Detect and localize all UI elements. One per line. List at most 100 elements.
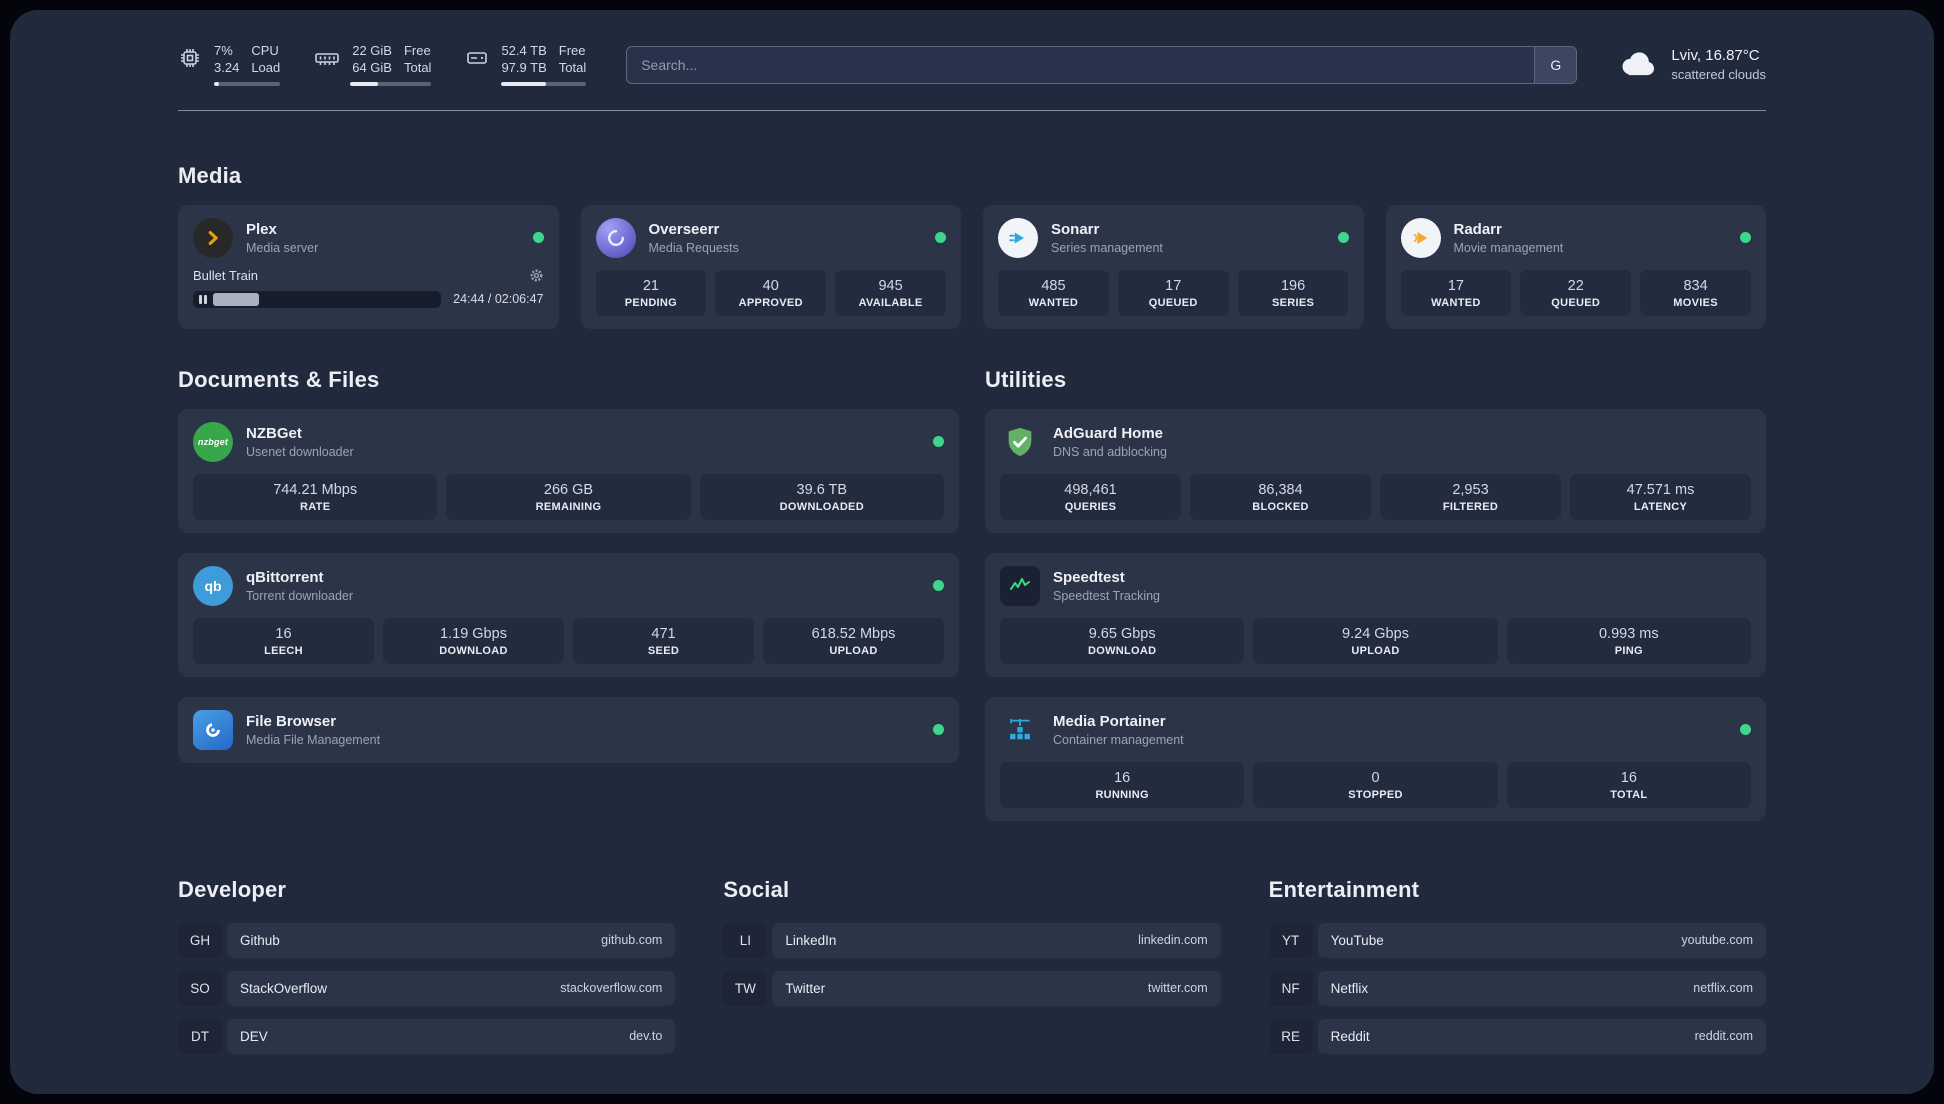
- stat-label: QUERIES: [1064, 500, 1117, 513]
- search-provider-button[interactable]: G: [1534, 46, 1577, 83]
- stat-remaining: 266 GB REMAINING: [446, 473, 691, 520]
- nzbget-icon: nzbget: [193, 421, 233, 462]
- stat-value: 17: [1447, 277, 1464, 294]
- stat-value: 47.571 ms: [1626, 481, 1695, 498]
- search-input[interactable]: [627, 46, 1535, 83]
- search-bar[interactable]: G: [626, 45, 1578, 84]
- section-title-developer: Developer: [178, 876, 287, 902]
- filebrowser-icon: [193, 709, 233, 750]
- stat-label: PENDING: [624, 296, 678, 309]
- stat-label: FILTERED: [1442, 500, 1499, 513]
- stat-movies: 834 MOVIES: [1640, 269, 1751, 316]
- app-card-plex[interactable]: Plex Media server Bullet Train 24:44 / 0…: [178, 204, 559, 329]
- app-card-radarr[interactable]: Radarr Movie management 17 WANTED 22 QUE…: [1385, 204, 1766, 329]
- bookmark-url: twitter.com: [1147, 981, 1208, 996]
- stat-running: 16 RUNNING: [1000, 761, 1245, 808]
- stat-label: PING: [1614, 644, 1643, 657]
- section-title-social: Social: [723, 876, 790, 902]
- bookmark-stackoverflow[interactable]: SO StackOverflow stackoverflow.com: [178, 970, 676, 1006]
- stat-value: 40: [762, 277, 779, 294]
- app-name: qBittorrent: [246, 568, 324, 586]
- app-card-qbittorrent[interactable]: qb qBittorrent Torrent downloader 16 LEE…: [178, 552, 959, 677]
- stat-queries: 498,461 QUERIES: [1000, 473, 1181, 520]
- stat-value: 39.6 TB: [796, 481, 848, 498]
- bookmark-url: netflix.com: [1693, 981, 1753, 996]
- stat-download: 1.19 Gbps DOWNLOAD: [383, 617, 564, 664]
- playback-progress-bar[interactable]: [193, 290, 442, 308]
- stat-value: 618.52 Mbps: [811, 625, 896, 642]
- radarr-icon: [1400, 217, 1441, 258]
- stat-value: 21: [642, 277, 659, 294]
- stat-value: 498,461: [1064, 481, 1117, 498]
- app-desc: Series management: [1051, 240, 1163, 255]
- stat-ping: 0.993 ms PING: [1506, 617, 1751, 664]
- bookmark-dev[interactable]: DT DEV dev.to: [178, 1018, 676, 1054]
- bookmark-name: YouTube: [1330, 932, 1384, 948]
- header-divider: [178, 109, 1766, 111]
- bookmark-group-developer: Developer GH Github github.com SO StackO…: [178, 876, 676, 1054]
- speedtest-icon: [1000, 565, 1040, 606]
- memory-usage-bar: [350, 81, 432, 86]
- stat-label: STOPPED: [1348, 788, 1403, 801]
- stat-rate: 744.21 Mbps RATE: [193, 473, 438, 520]
- media-grid: Plex Media server Bullet Train 24:44 / 0…: [178, 204, 1766, 329]
- bookmark-github[interactable]: GH Github github.com: [178, 922, 676, 958]
- app-card-portainer[interactable]: Media Portainer Container management 16 …: [985, 696, 1766, 821]
- stat-label: LATENCY: [1633, 500, 1688, 513]
- bookmark-twitter[interactable]: TW Twitter twitter.com: [723, 970, 1221, 1006]
- stat-label: APPROVED: [738, 296, 803, 309]
- bookmark-url: youtube.com: [1681, 933, 1753, 948]
- bookmark-name: Twitter: [785, 980, 826, 996]
- app-card-speedtest[interactable]: Speedtest Speedtest Tracking 9.65 Gbps D…: [985, 552, 1766, 677]
- stat-label: RUNNING: [1095, 788, 1149, 801]
- stat-label: SERIES: [1271, 296, 1315, 309]
- settings-gear-icon[interactable]: [529, 268, 544, 283]
- stat-label: REMAINING: [535, 500, 602, 513]
- bookmark-reddit[interactable]: RE Reddit reddit.com: [1268, 1018, 1766, 1054]
- stat-download: 9.65 Gbps DOWNLOAD: [1000, 617, 1245, 664]
- memory-total: 64 GiB: [352, 60, 392, 76]
- bookmark-netflix[interactable]: NF Netflix netflix.com: [1268, 970, 1766, 1006]
- weather-condition: scattered clouds: [1671, 67, 1766, 83]
- stat-value: 2,953: [1452, 481, 1489, 498]
- pause-icon[interactable]: [195, 293, 210, 306]
- app-card-sonarr[interactable]: Sonarr Series management 485 WANTED 17 Q…: [983, 204, 1364, 329]
- stat-leech: 16 LEECH: [193, 617, 374, 664]
- plex-icon: [193, 217, 233, 258]
- stat-wanted: 17 WANTED: [1400, 269, 1512, 316]
- weather-location: Lviv, 16.87°C: [1671, 47, 1760, 65]
- bookmark-linkedin[interactable]: LI LinkedIn linkedin.com: [723, 922, 1221, 958]
- top-bar: 7% 3.24 CPU Load 22 GiB 64 GiB Free Tota…: [178, 43, 1766, 86]
- stat-value: 485: [1041, 277, 1066, 294]
- stat-value: 744.21 Mbps: [273, 481, 358, 498]
- memory-label-1: Free: [403, 43, 431, 58]
- app-name: Plex: [246, 220, 277, 238]
- app-name: Radarr: [1453, 220, 1502, 238]
- adguard-icon: [1000, 422, 1040, 462]
- cpu-widget: 7% 3.24 CPU Load: [178, 43, 281, 86]
- disk-total: 97.9 TB: [501, 60, 547, 76]
- status-dot: [1740, 232, 1751, 244]
- app-card-adguard[interactable]: AdGuard Home DNS and adblocking 498,461 …: [985, 408, 1766, 533]
- status-dot: [532, 232, 544, 244]
- bookmark-abbr: YT: [1268, 922, 1313, 958]
- stat-label: DOWNLOAD: [1087, 644, 1157, 657]
- app-card-filebrowser[interactable]: File Browser Media File Management: [178, 696, 959, 763]
- bookmark-youtube[interactable]: YT YouTube youtube.com: [1268, 922, 1766, 958]
- status-dot: [935, 232, 946, 244]
- stat-wanted: 485 WANTED: [998, 269, 1109, 316]
- stat-upload: 618.52 Mbps UPLOAD: [763, 617, 944, 664]
- bookmark-url: dev.to: [629, 1029, 663, 1044]
- stat-value: 16: [275, 625, 292, 642]
- disk-widget: 52.4 TB 97.9 TB Free Total: [465, 43, 587, 86]
- disk-usage-bar: [501, 81, 587, 86]
- bookmark-url: reddit.com: [1694, 1029, 1753, 1044]
- cpu-load: 3.24: [214, 60, 240, 76]
- stat-value: 196: [1280, 277, 1306, 294]
- bookmark-name: Reddit: [1330, 1028, 1370, 1044]
- app-card-nzbget[interactable]: nzbget NZBGet Usenet downloader 744.21 M…: [178, 408, 959, 533]
- stat-label: LEECH: [264, 644, 303, 657]
- stat-value: 471: [651, 625, 676, 642]
- app-card-overseerr[interactable]: Overseerr Media Requests 21 PENDING 40 A…: [580, 204, 961, 329]
- bookmark-name: DEV: [240, 1028, 268, 1044]
